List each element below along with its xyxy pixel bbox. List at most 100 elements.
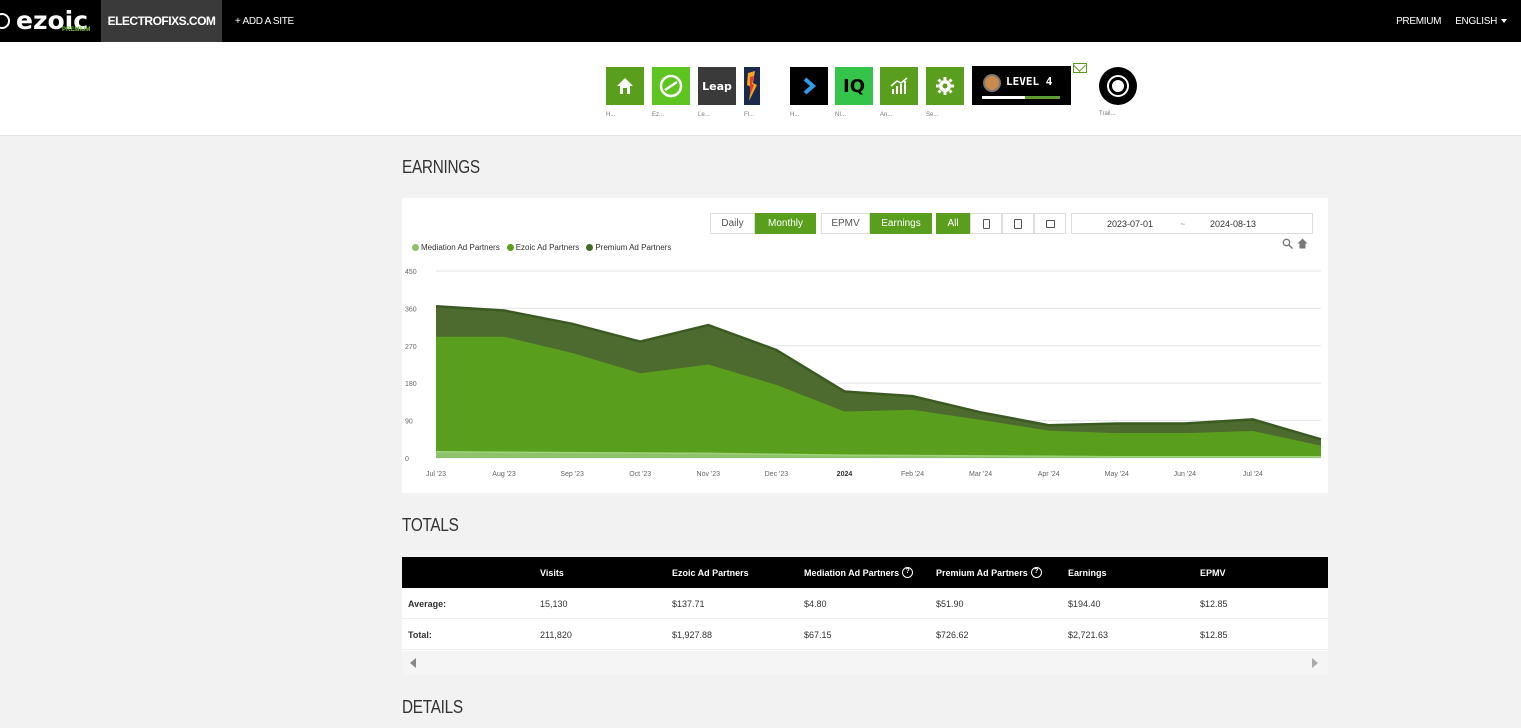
- premium-link[interactable]: PREMIUM: [1396, 16, 1441, 27]
- table-cell: $1,927.88: [672, 629, 713, 640]
- epmv-button[interactable]: EPMV: [821, 213, 870, 234]
- app-label: H...: [606, 112, 616, 118]
- x-tick-label: Jul '24: [1243, 471, 1263, 478]
- app-home[interactable]: H...: [606, 67, 644, 118]
- header-epmv: EPMV: [1200, 567, 1226, 578]
- language-dropdown[interactable]: ENGLISH: [1455, 16, 1507, 27]
- app-humix[interactable]: H...: [790, 67, 828, 118]
- x-tick-label: Mar '24: [969, 471, 992, 478]
- header-ezoic: Ezoic Ad Partners: [672, 567, 749, 578]
- x-tick-label: Aug '23: [492, 471, 516, 478]
- x-tick-label: Oct '23: [629, 471, 651, 478]
- app-label: Fl...: [744, 112, 754, 118]
- legend-label: Mediation Ad Partners: [421, 243, 500, 252]
- logo-ring-icon: [0, 13, 10, 29]
- daily-button[interactable]: Daily: [710, 213, 755, 234]
- table-cell: $12.85: [1200, 598, 1228, 609]
- totals-heading: TOTALS: [402, 515, 459, 535]
- x-tick-label: May '24: [1105, 471, 1129, 478]
- chart-tools: [1282, 238, 1308, 249]
- x-tick-label: Jun '24: [1174, 471, 1196, 478]
- chart-legend: Mediation Ad Partners Ezoic Ad Partners …: [412, 243, 671, 252]
- level-text: LEVEL 4: [1006, 75, 1053, 88]
- zoom-icon[interactable]: [1282, 238, 1293, 249]
- granularity-toggle: Daily Monthly: [710, 213, 816, 234]
- level-badge[interactable]: LEVEL 4: [972, 66, 1071, 105]
- date-range-picker[interactable]: 2023-07-01 ~ 2024-08-13: [1071, 213, 1313, 234]
- top-navbar: ezoic PREMIUM ELECTROFIXS.COM + ADD A SI…: [0, 0, 1521, 42]
- header-visits: Visits: [540, 567, 564, 578]
- table-row: Total: 211,820 $1,927.88 $67.15 $726.62 …: [402, 619, 1328, 650]
- x-tick-label: Jul '23: [426, 471, 446, 478]
- flickify-icon: [744, 67, 760, 105]
- header-premium-label: Premium Ad Partners: [936, 567, 1028, 578]
- desktop-icon: [1045, 219, 1055, 228]
- trail-app[interactable]: Trail...: [1099, 67, 1139, 117]
- legend-dot: [506, 244, 514, 251]
- app-leap[interactable]: Leap Le...: [698, 67, 736, 118]
- table-row: Average: 15,130 $137.71 $4.80 $51.90 $19…: [402, 588, 1328, 619]
- ezoic-circle-icon: [652, 67, 690, 105]
- app-analytics[interactable]: An...: [880, 67, 918, 118]
- scroll-right-icon[interactable]: [1312, 658, 1318, 668]
- date-to[interactable]: 2024-08-13: [1210, 219, 1256, 229]
- app-settings[interactable]: Se...: [926, 67, 964, 118]
- totals-table: Visits Ezoic Ad Partners Mediation Ad Pa…: [402, 557, 1328, 675]
- help-icon[interactable]: ?: [902, 567, 914, 578]
- horizontal-scrollbar[interactable]: [402, 651, 1328, 675]
- table-cell: $2,721.63: [1068, 629, 1109, 640]
- app-label: Se...: [926, 112, 939, 118]
- y-tick-label: 180: [405, 381, 417, 388]
- table-cell: 211,820: [540, 629, 572, 640]
- add-site-link[interactable]: + ADD A SITE: [235, 0, 294, 42]
- x-tick-label: Feb '24: [901, 471, 924, 478]
- tablet-device-button[interactable]: [1002, 213, 1034, 234]
- earnings-button[interactable]: Earnings: [870, 213, 932, 234]
- app-label: An...: [880, 112, 893, 118]
- gear-icon: [926, 67, 964, 105]
- desktop-device-button[interactable]: [1034, 213, 1066, 234]
- mobile-icon: [982, 218, 990, 229]
- home-reset-icon[interactable]: [1297, 238, 1308, 249]
- ezoic-logo[interactable]: ezoic PREMIUM: [0, 6, 90, 36]
- mobile-device-button[interactable]: [970, 213, 1002, 234]
- site-tab[interactable]: ELECTROFIXS.COM: [101, 0, 222, 42]
- app-ezoic[interactable]: Ez...: [652, 67, 690, 118]
- scroll-left-icon[interactable]: [410, 658, 416, 668]
- app-nicheiq[interactable]: IQ NI...: [835, 67, 873, 118]
- leap-icon: Leap: [698, 67, 736, 105]
- details-heading: DETAILS: [402, 697, 463, 717]
- chevron-down-icon: [1501, 18, 1507, 23]
- all-devices-button[interactable]: All: [936, 213, 970, 234]
- help-icon[interactable]: ?: [1030, 567, 1042, 578]
- trail-label: Trail...: [1099, 111, 1116, 117]
- date-from[interactable]: 2023-07-01: [1107, 219, 1153, 229]
- row-label: Average:: [408, 598, 447, 609]
- language-label: ENGLISH: [1455, 15, 1497, 27]
- y-tick-label: 360: [405, 306, 417, 313]
- mail-icon[interactable]: [1073, 63, 1087, 73]
- table-cell: $4.80: [804, 598, 827, 609]
- x-tick-label: Apr '24: [1038, 471, 1060, 478]
- earnings-heading: EARNINGS: [402, 157, 480, 177]
- legend-item[interactable]: Ezoic Ad Partners: [506, 243, 579, 252]
- header-earnings: Earnings: [1068, 567, 1107, 578]
- analytics-chart-icon: [880, 67, 918, 105]
- legend-item[interactable]: Mediation Ad Partners: [412, 243, 500, 252]
- app-label: Ez...: [652, 112, 665, 118]
- right-nav: PREMIUM ENGLISH: [1396, 0, 1507, 42]
- header-mediation: Mediation Ad Partners?: [804, 557, 914, 588]
- trail-astronaut-icon: [1099, 67, 1137, 105]
- app-label: H...: [790, 112, 800, 118]
- app-flickify[interactable]: Fl...: [744, 67, 760, 118]
- legend-item[interactable]: Premium Ad Partners: [586, 243, 671, 252]
- y-tick-label: 0: [405, 456, 409, 463]
- app-bar: H... Ez... Leap Le... Fl... H... IQ NI..…: [0, 42, 1521, 136]
- metric-toggle: EPMV Earnings: [821, 213, 932, 234]
- app-label: Le...: [698, 112, 710, 118]
- header-premium: Premium Ad Partners?: [936, 557, 1042, 588]
- monthly-button[interactable]: Monthly: [755, 213, 816, 234]
- y-tick-label: 90: [405, 419, 413, 426]
- level-progress-fill: [982, 96, 1025, 99]
- table-cell: $67.15: [804, 629, 832, 640]
